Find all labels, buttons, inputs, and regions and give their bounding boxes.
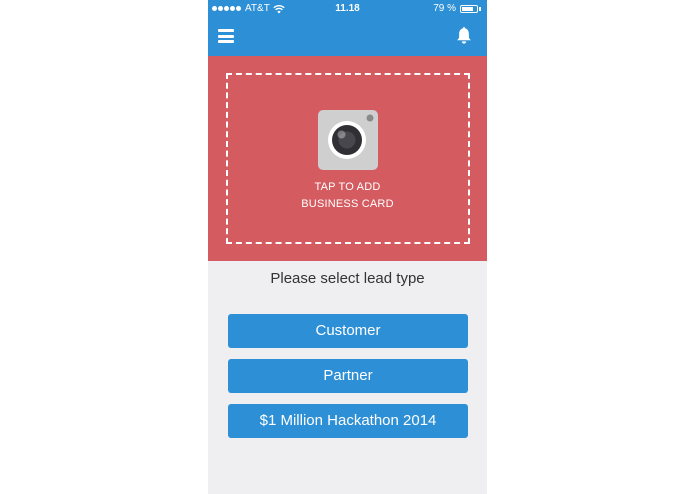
status-right: 79 %	[433, 3, 481, 14]
add-card-label: TAP TO ADD BUSINESS CARD	[208, 179, 487, 213]
battery-cap	[479, 6, 481, 11]
camera-icon[interactable]	[317, 109, 379, 171]
battery-percentage: 79 %	[433, 3, 456, 14]
phone-screen: AT&T 11.18 79 % TAP TO ADD BUSINESS CARD…	[208, 0, 487, 494]
add-business-card-area[interactable]: TAP TO ADD BUSINESS CARD	[208, 56, 487, 261]
add-card-label-line1: TAP TO ADD	[314, 181, 381, 193]
add-card-label-line2: BUSINESS CARD	[301, 198, 394, 210]
hamburger-menu-icon[interactable]	[218, 29, 234, 43]
bell-icon[interactable]	[456, 27, 472, 45]
lead-type-prompt: Please select lead type	[270, 270, 425, 287]
battery-fill	[462, 6, 474, 11]
battery-icon	[460, 4, 478, 13]
partner-button[interactable]: Partner	[228, 359, 468, 393]
customer-button[interactable]: Customer	[228, 314, 468, 348]
hackathon-button[interactable]: $1 Million Hackathon 2014	[228, 404, 468, 438]
status-bar: AT&T 11.18 79 %	[208, 0, 487, 17]
nav-bar	[208, 17, 487, 56]
